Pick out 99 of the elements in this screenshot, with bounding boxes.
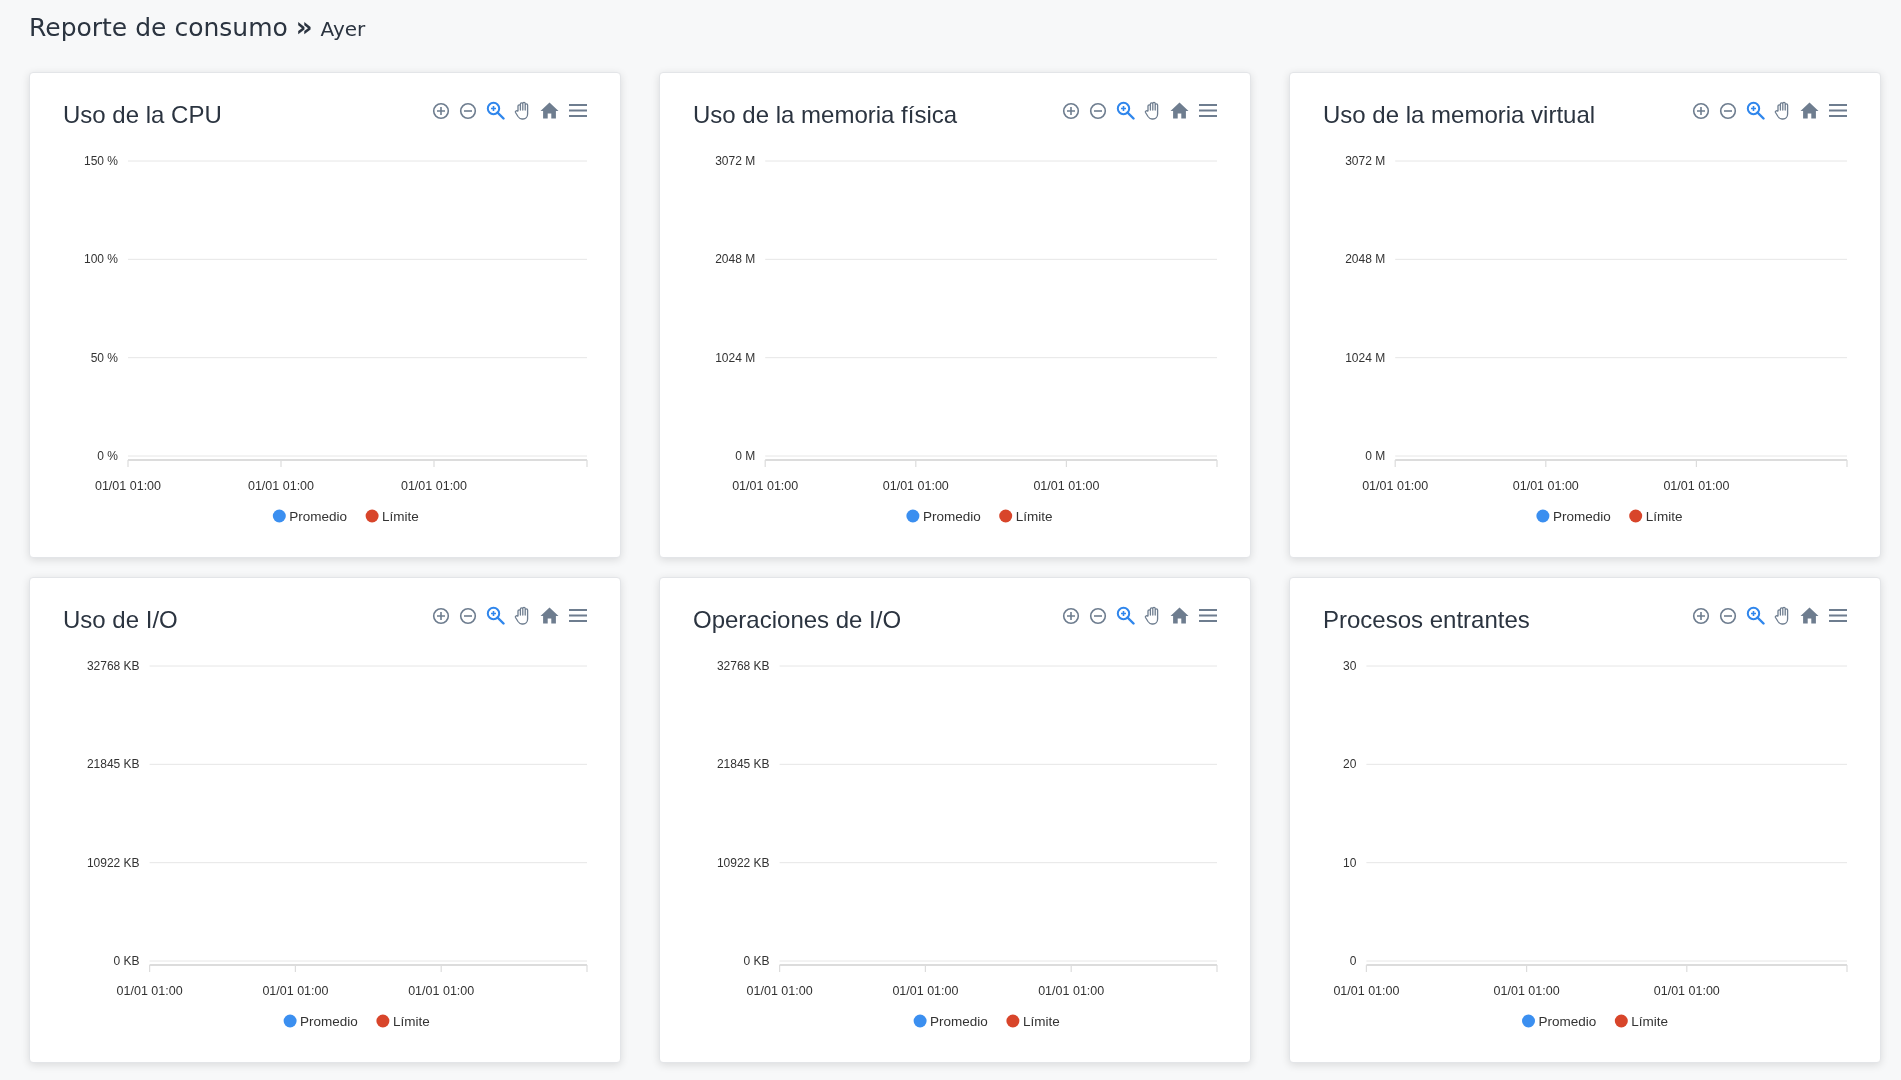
y-tick-label: 32768 KB bbox=[86, 659, 140, 673]
x-tick-label: 01/01 01:00 bbox=[1663, 479, 1730, 493]
hand-icon[interactable] bbox=[514, 101, 531, 120]
menu-icon[interactable] bbox=[1198, 103, 1218, 118]
menu-icon[interactable] bbox=[1828, 103, 1848, 118]
legend-label[interactable]: Promedio bbox=[930, 1014, 988, 1029]
chart-title: Uso de la memoria física bbox=[693, 101, 958, 129]
zoom-icon[interactable] bbox=[486, 101, 505, 120]
home-icon[interactable] bbox=[1800, 607, 1819, 624]
y-tick-label: 0 M bbox=[1365, 449, 1386, 463]
y-tick-label: 10 bbox=[1343, 855, 1357, 870]
legend-label[interactable]: Límite bbox=[392, 1014, 430, 1029]
y-tick-label: 0 % bbox=[97, 449, 118, 463]
legend-label[interactable]: Promedio bbox=[1552, 509, 1611, 524]
legend-label[interactable]: Promedio bbox=[289, 509, 348, 524]
x-tick-label: 01/01 01:00 bbox=[248, 479, 314, 493]
zoom-in-icon[interactable] bbox=[1062, 101, 1080, 120]
zoom-in-icon[interactable] bbox=[432, 606, 450, 625]
hand-icon[interactable] bbox=[1774, 606, 1791, 625]
x-tick-label: 01/01 01:00 bbox=[1493, 984, 1560, 998]
legend-label[interactable]: Promedio bbox=[922, 509, 981, 524]
y-tick-label: 1024 M bbox=[1345, 350, 1386, 365]
x-tick-label: 01/01 01:00 bbox=[1038, 984, 1105, 998]
menu-icon[interactable] bbox=[568, 608, 588, 623]
menu-icon[interactable] bbox=[568, 103, 588, 118]
zoom-out-icon[interactable] bbox=[1719, 606, 1737, 625]
page-title: Reporte de consumo bbox=[29, 13, 288, 42]
y-tick-label: 3072 M bbox=[715, 154, 756, 168]
x-tick-label: 01/01 01:00 bbox=[732, 479, 799, 493]
zoom-out-icon[interactable] bbox=[459, 606, 477, 625]
y-tick-label: 10922 KB bbox=[716, 855, 770, 870]
menu-icon[interactable] bbox=[1198, 608, 1218, 623]
x-tick-label: 01/01 01:00 bbox=[262, 984, 329, 998]
legend-label[interactable]: Promedio bbox=[300, 1014, 358, 1029]
y-tick-label: 2048 M bbox=[715, 252, 756, 267]
y-tick-label: 20 bbox=[1343, 757, 1357, 772]
x-tick-label: 01/01 01:00 bbox=[401, 479, 467, 493]
zoom-out-icon[interactable] bbox=[459, 101, 477, 120]
x-tick-label: 01/01 01:00 bbox=[408, 984, 475, 998]
x-tick-label: 01/01 01:00 bbox=[1333, 984, 1400, 998]
y-tick-label: 21845 KB bbox=[716, 757, 770, 772]
chart-title: Uso de la memoria virtual bbox=[1323, 101, 1596, 129]
x-tick-label: 01/01 01:00 bbox=[1512, 479, 1579, 493]
x-tick-label: 01/01 01:00 bbox=[746, 984, 813, 998]
breadcrumb-current: Ayer bbox=[320, 17, 366, 41]
zoom-icon[interactable] bbox=[1116, 606, 1135, 625]
y-tick-label: 1024 M bbox=[715, 350, 756, 365]
zoom-icon[interactable] bbox=[1746, 606, 1765, 625]
home-icon[interactable] bbox=[540, 607, 559, 624]
zoom-out-icon[interactable] bbox=[1089, 606, 1107, 625]
zoom-icon[interactable] bbox=[1746, 101, 1765, 120]
chart-title: Procesos entrantes bbox=[1323, 606, 1530, 634]
home-icon[interactable] bbox=[540, 102, 559, 119]
menu-icon[interactable] bbox=[1828, 608, 1848, 623]
zoom-out-icon[interactable] bbox=[1719, 101, 1737, 120]
chart-title: Uso de I/O bbox=[63, 606, 178, 634]
zoom-in-icon[interactable] bbox=[432, 101, 450, 120]
y-tick-label: 0 bbox=[1349, 954, 1357, 968]
legend-label[interactable]: Promedio bbox=[1538, 1014, 1597, 1029]
y-tick-label: 30 bbox=[1343, 659, 1357, 673]
zoom-in-icon[interactable] bbox=[1692, 606, 1710, 625]
y-tick-label: 32768 KB bbox=[716, 659, 770, 673]
legend-label[interactable]: Límite bbox=[1645, 509, 1683, 524]
home-icon[interactable] bbox=[1170, 102, 1189, 119]
hand-icon[interactable] bbox=[1144, 101, 1161, 120]
y-tick-label: 3072 M bbox=[1345, 154, 1386, 168]
y-tick-label: 0 M bbox=[735, 449, 756, 463]
x-tick-label: 01/01 01:00 bbox=[95, 479, 161, 493]
y-tick-label: 0 KB bbox=[113, 954, 140, 968]
zoom-out-icon[interactable] bbox=[1089, 101, 1107, 120]
x-tick-label: 01/01 01:00 bbox=[116, 984, 183, 998]
y-tick-label: 2048 M bbox=[1345, 252, 1386, 267]
legend-label[interactable]: Límite bbox=[1015, 509, 1053, 524]
zoom-icon[interactable] bbox=[1116, 101, 1135, 120]
y-tick-label: 21845 KB bbox=[86, 757, 140, 772]
y-tick-label: 10922 KB bbox=[86, 855, 140, 870]
home-icon[interactable] bbox=[1170, 607, 1189, 624]
x-tick-label: 01/01 01:00 bbox=[1033, 479, 1100, 493]
zoom-in-icon[interactable] bbox=[1692, 101, 1710, 120]
home-icon[interactable] bbox=[1800, 102, 1819, 119]
y-tick-label: 0 KB bbox=[743, 954, 770, 968]
zoom-in-icon[interactable] bbox=[1062, 606, 1080, 625]
legend-label[interactable]: Límite bbox=[1022, 1014, 1060, 1029]
chart-title: Uso de la CPU bbox=[63, 101, 222, 129]
zoom-icon[interactable] bbox=[486, 606, 505, 625]
hand-icon[interactable] bbox=[514, 606, 531, 625]
hand-icon[interactable] bbox=[1144, 606, 1161, 625]
legend-label[interactable]: Límite bbox=[1631, 1014, 1669, 1029]
breadcrumb-separator: » bbox=[295, 12, 313, 42]
x-tick-label: 01/01 01:00 bbox=[882, 479, 949, 493]
x-tick-label: 01/01 01:00 bbox=[892, 984, 959, 998]
legend-label[interactable]: Límite bbox=[382, 509, 419, 524]
y-tick-label: 50 % bbox=[90, 350, 118, 365]
x-tick-label: 01/01 01:00 bbox=[1653, 984, 1720, 998]
x-tick-label: 01/01 01:00 bbox=[1362, 479, 1429, 493]
y-tick-label: 150 % bbox=[83, 154, 118, 168]
hand-icon[interactable] bbox=[1774, 101, 1791, 120]
y-tick-label: 100 % bbox=[83, 252, 118, 267]
chart-title: Operaciones de I/O bbox=[693, 606, 902, 634]
